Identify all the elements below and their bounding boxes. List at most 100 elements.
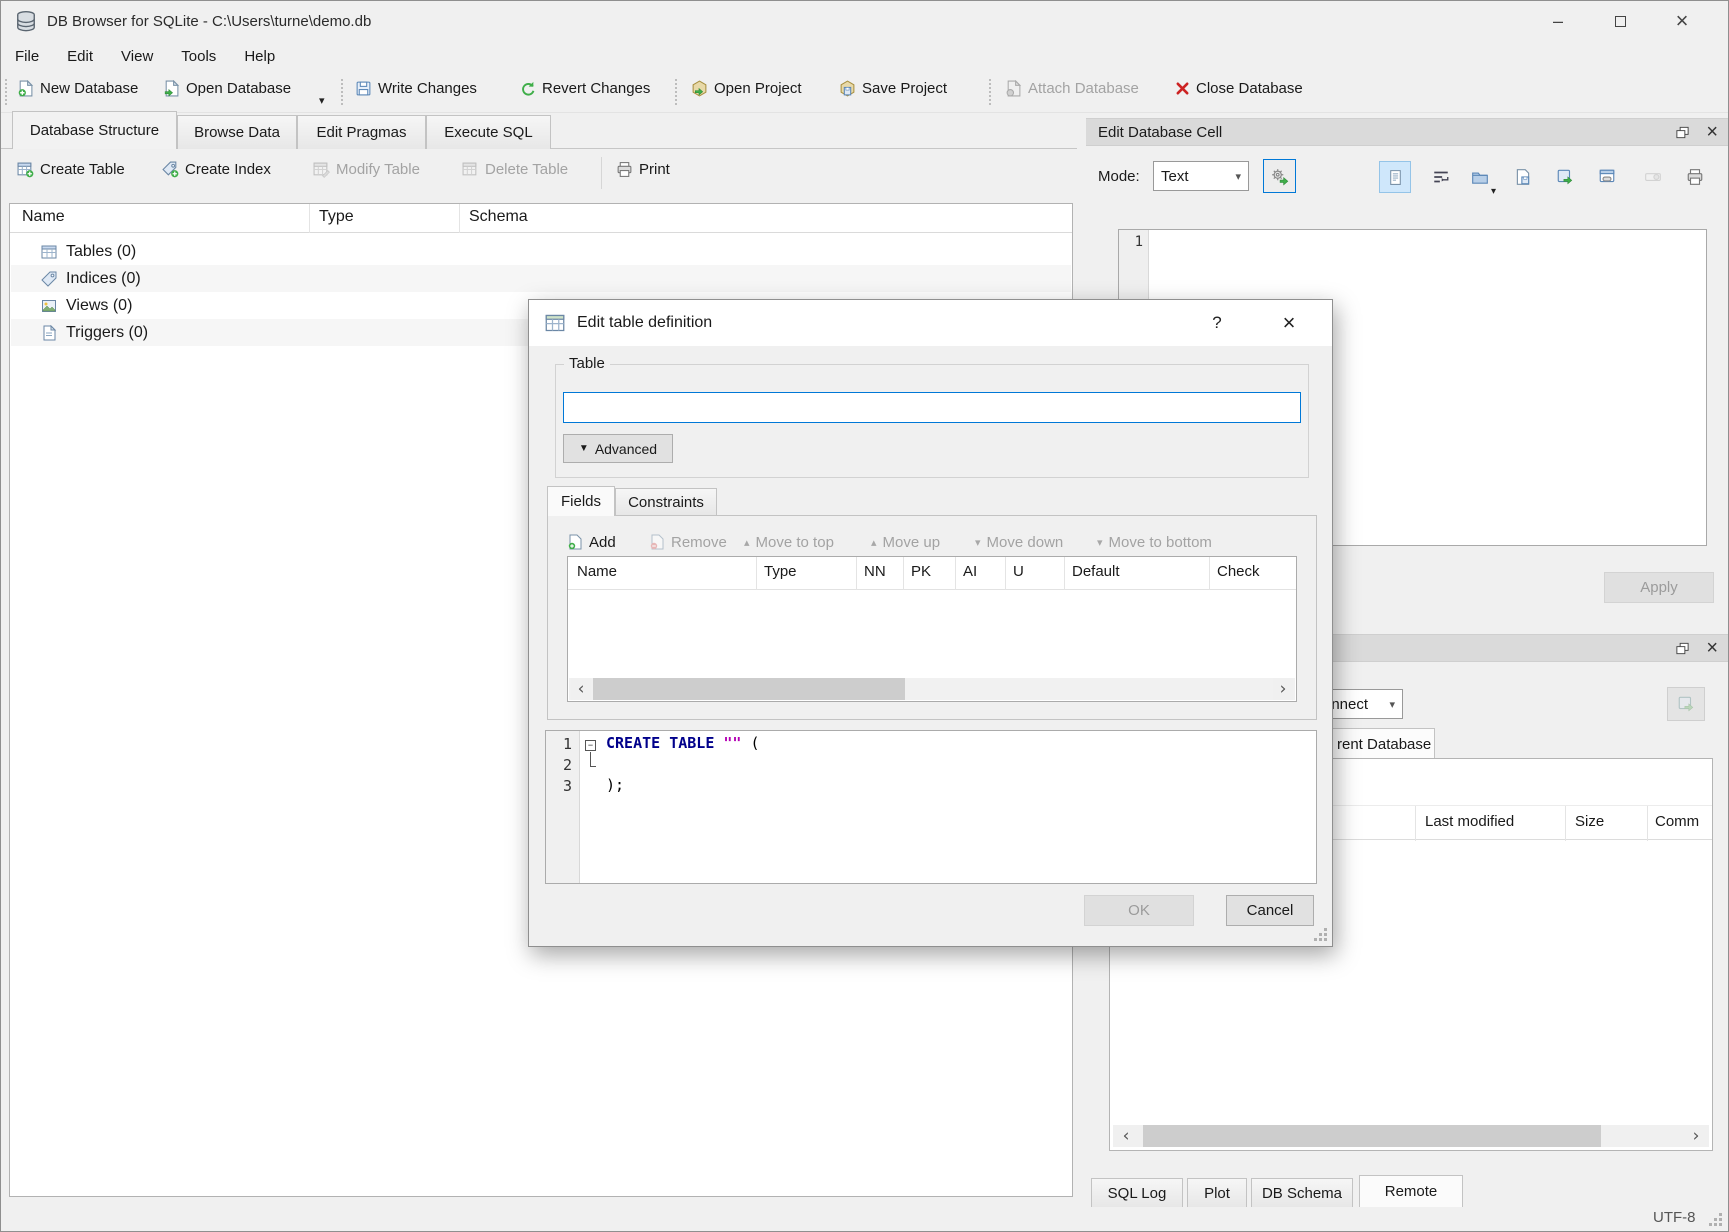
import-text-button[interactable]: ▾ [1463, 161, 1497, 193]
sql-preview[interactable]: 1 2 3 − CREATE TABLE "" ( ); [545, 730, 1317, 884]
dialog-help-button[interactable]: ? [1194, 308, 1240, 338]
move-up-button[interactable]: ▴ Move up [871, 530, 940, 554]
field-col-name[interactable]: Name [577, 563, 617, 580]
dialog-close-button[interactable]: × [1266, 308, 1312, 338]
scroll-right-arrow[interactable]: › [1273, 678, 1293, 700]
float-panel-icon[interactable] [1675, 641, 1690, 656]
fields-horizontal-scrollbar[interactable]: ‹ › [569, 678, 1295, 700]
tree-row-tables[interactable]: Tables (0) [11, 238, 1071, 265]
mode-combobox[interactable]: Text ▾ [1153, 161, 1249, 191]
create-index-button[interactable]: Create Index [162, 161, 271, 178]
menu-file[interactable]: File [1, 48, 53, 65]
remote-horizontal-scrollbar[interactable]: ‹ › [1113, 1125, 1709, 1147]
import-cell-button[interactable] [1263, 159, 1296, 193]
create-table-button[interactable]: Create Table [17, 161, 125, 178]
tab-db-schema[interactable]: DB Schema [1251, 1178, 1353, 1207]
remote-header-commit[interactable]: Comm [1655, 813, 1699, 830]
close-panel-icon[interactable]: × [1706, 122, 1718, 142]
set-null-button[interactable] [1637, 161, 1669, 193]
scroll-left-arrow[interactable]: ‹ [1115, 1125, 1137, 1147]
code-fold-toggle[interactable]: − [585, 740, 596, 751]
revert-changes-button[interactable]: Revert Changes [519, 80, 650, 97]
remote-header-last-modified[interactable]: Last modified [1425, 813, 1514, 830]
modify-table-icon [313, 161, 330, 178]
export-text-button[interactable] [1507, 161, 1539, 193]
scroll-left-arrow[interactable]: ‹ [571, 678, 591, 700]
tab-edit-pragmas[interactable]: Edit Pragmas [297, 115, 426, 149]
field-col-type[interactable]: Type [764, 563, 797, 580]
tab-sql-log[interactable]: SQL Log [1091, 1178, 1183, 1207]
text-mode-toggle-button[interactable] [1379, 161, 1411, 193]
word-wrap-button[interactable] [1425, 161, 1457, 193]
attach-database-button[interactable]: Attach Database [1005, 80, 1139, 97]
field-col-ai[interactable]: AI [963, 563, 977, 580]
move-to-bottom-button[interactable]: ▾ Move to bottom [1097, 530, 1212, 554]
menu-tools[interactable]: Tools [167, 48, 230, 65]
tab-remote[interactable]: Remote [1359, 1175, 1463, 1207]
scrollbar-thumb[interactable] [1143, 1125, 1601, 1147]
modify-table-button[interactable]: Modify Table [313, 161, 420, 178]
tree-row-indices[interactable]: Indices (0) [11, 265, 1071, 292]
add-field-button[interactable]: Add [567, 530, 616, 554]
open-project-button[interactable]: Open Project [691, 80, 802, 97]
table-icon [41, 244, 57, 260]
sql-line-number: 1 [563, 735, 572, 753]
save-project-button[interactable]: Save Project [839, 80, 947, 97]
column-separator [756, 557, 757, 590]
field-col-u[interactable]: U [1013, 563, 1024, 580]
encoding-status[interactable]: UTF-8 [1653, 1209, 1696, 1226]
push-database-button[interactable] [1667, 687, 1705, 721]
window-resize-grip[interactable] [1709, 1223, 1712, 1226]
field-col-check[interactable]: Check [1217, 563, 1260, 580]
ok-button[interactable]: OK [1084, 895, 1194, 926]
move-down-button[interactable]: ▾ Move down [975, 530, 1063, 554]
field-col-nn[interactable]: NN [864, 563, 886, 580]
close-database-button[interactable]: Close Database [1175, 80, 1303, 97]
scroll-right-arrow[interactable]: › [1685, 1125, 1707, 1147]
view-icon [41, 298, 57, 314]
field-col-pk[interactable]: PK [911, 563, 931, 580]
close-panel-icon[interactable]: × [1706, 638, 1718, 658]
open-database-button[interactable]: Open Database [163, 80, 291, 97]
tab-browse-data[interactable]: Browse Data [177, 115, 297, 149]
tree-header-type[interactable]: Type [319, 208, 354, 226]
remove-field-button[interactable]: Remove [649, 530, 727, 554]
cancel-button[interactable]: Cancel [1226, 895, 1314, 926]
tree-header-schema[interactable]: Schema [469, 208, 528, 226]
minimize-button[interactable]: – [1527, 4, 1589, 38]
field-col-default[interactable]: Default [1072, 563, 1120, 580]
dialog-resize-grip[interactable] [1314, 938, 1317, 941]
move-down-icon: ▾ [975, 536, 981, 549]
move-to-top-button[interactable]: ▴ Move to top [744, 530, 834, 554]
editor-line-number: 1 [1135, 234, 1143, 250]
scrollbar-thumb[interactable] [593, 678, 905, 700]
tab-fields[interactable]: Fields [547, 486, 615, 516]
menu-view[interactable]: View [107, 48, 167, 65]
maximize-button[interactable] [1589, 4, 1651, 38]
column-separator [1647, 806, 1648, 841]
remote-header-size[interactable]: Size [1575, 813, 1604, 830]
delete-table-button[interactable]: Delete Table [462, 161, 568, 178]
print-cell-button[interactable] [1679, 161, 1711, 193]
open-in-app-button[interactable] [1549, 161, 1581, 193]
menu-edit[interactable]: Edit [53, 48, 107, 65]
new-database-button[interactable]: New Database [17, 80, 138, 97]
fields-table-header: Name Type NN PK AI U Default Check [568, 557, 1296, 590]
write-changes-button[interactable]: Write Changes [355, 80, 477, 97]
tab-current-database[interactable]: rent Database [1319, 728, 1435, 759]
tab-execute-sql[interactable]: Execute SQL [426, 115, 551, 149]
tree-header-name[interactable]: Name [22, 208, 65, 226]
tab-constraints[interactable]: Constraints [615, 488, 717, 515]
tab-plot[interactable]: Plot [1187, 1178, 1247, 1207]
print-button[interactable]: Print [616, 161, 670, 178]
close-window-button[interactable]: × [1651, 4, 1713, 38]
menu-help[interactable]: Help [230, 48, 289, 65]
open-database-dropdown-arrow[interactable]: ▾ [319, 94, 325, 107]
fold-guide-line [590, 752, 596, 767]
tab-database-structure[interactable]: Database Structure [12, 111, 177, 149]
table-name-input[interactable] [563, 392, 1301, 423]
browse-url-button[interactable] [1591, 161, 1623, 193]
float-panel-icon[interactable] [1675, 125, 1690, 140]
apply-button[interactable]: Apply [1604, 572, 1714, 603]
advanced-toggle-button[interactable]: ▼ Advanced [563, 434, 673, 463]
